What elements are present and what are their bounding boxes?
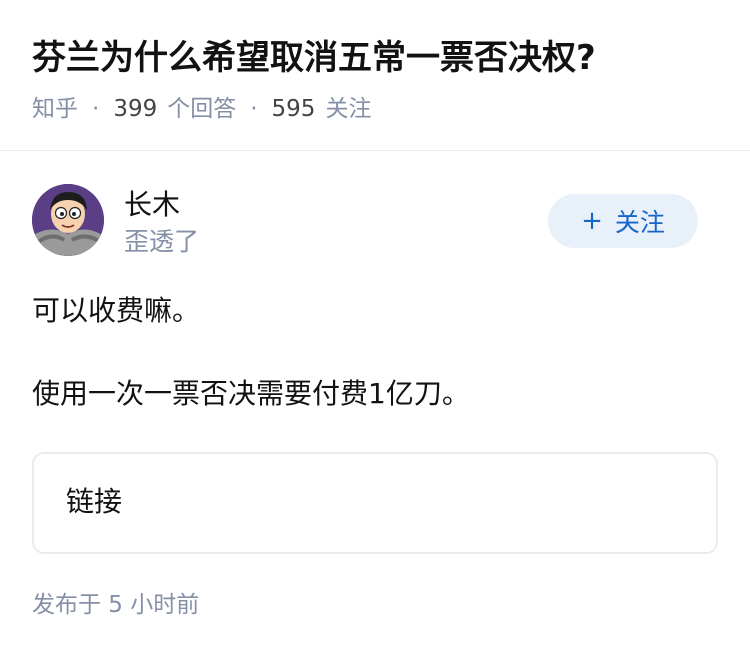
answer-page: 芬兰为什么希望取消五常一票否决权? 知乎 · 399 个回答 · 595 关注 [0,0,750,656]
avatar[interactable] [32,184,104,256]
follow-button[interactable]: + 关注 [548,194,698,248]
plus-icon: + [581,206,603,236]
follower-count-label: 关注 [325,96,372,122]
answer-count: 399 [113,96,158,122]
question-header: 芬兰为什么希望取消五常一票否决权? 知乎 · 399 个回答 · 595 关注 [0,0,750,151]
answer-paragraph: 可以收费嘛。 [32,294,201,327]
answer-paragraph: 使用一次一票否决需要付费1亿刀。 [32,377,470,410]
author-name[interactable]: 长木 [124,186,180,224]
link-card[interactable]: 链接 [32,452,718,554]
follow-button-label: 关注 [614,208,665,237]
publish-time: 发布于 5 小时前 [32,592,200,618]
author-info: 长木 歪透了 + 关注 [32,184,722,264]
question-title[interactable]: 芬兰为什么希望取消五常一票否决权? [32,34,596,82]
link-card-label: 链接 [66,485,123,518]
author-headline: 歪透了 [124,227,200,256]
avatar-image [32,184,104,256]
follower-count: 595 [271,96,316,122]
answer-count-label: 个回答 [167,96,237,122]
separator-dot: · [92,96,100,122]
separator-dot: · [250,96,258,122]
source-label[interactable]: 知乎 [32,93,78,125]
question-meta: 知乎 · 399 个回答 · 595 关注 [32,93,371,125]
